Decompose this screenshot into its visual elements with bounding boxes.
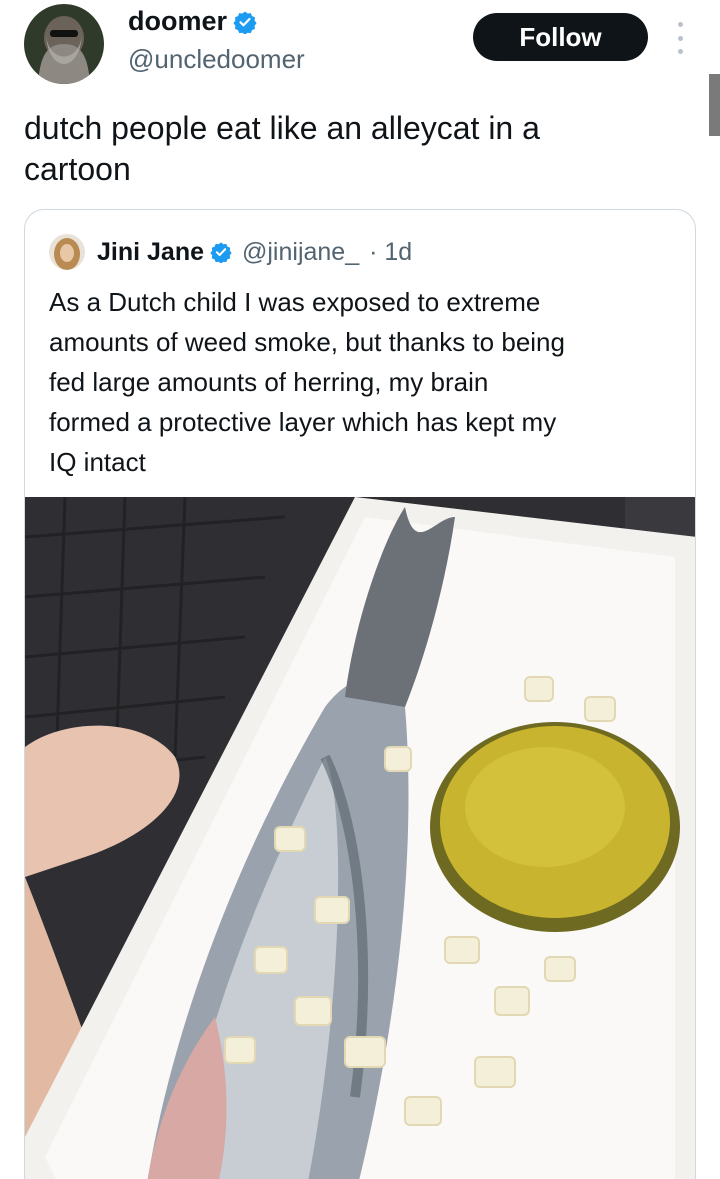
quoted-tweet-header: Jini Jane @jinijane_ · 1d [49, 234, 412, 270]
verified-badge-icon [233, 11, 257, 34]
quoted-author-name: Jini Jane [97, 237, 204, 266]
avatar-image [24, 4, 104, 84]
author-avatar[interactable] [24, 4, 104, 84]
quoted-tweet[interactable]: Jini Jane @jinijane_ · 1d As a Dutch chi… [24, 209, 696, 1179]
quoted-tweet-time: · 1d [369, 237, 413, 266]
follow-button[interactable]: Follow [473, 13, 648, 61]
quoted-tweet-text: As a Dutch child I was exposed to extrem… [49, 287, 565, 477]
author-handle[interactable]: @uncledoomer [128, 44, 305, 75]
quoted-author-avatar [49, 234, 85, 270]
scrollbar[interactable] [709, 74, 720, 136]
more-options-icon[interactable] [672, 22, 688, 54]
author-name[interactable]: doomer [128, 6, 227, 37]
quoted-avatar-image [49, 234, 85, 270]
author-name-row: doomer [128, 6, 257, 37]
quoted-author-handle: @jinijane_ [242, 237, 360, 266]
verified-badge-icon [210, 242, 232, 263]
tweet-text: dutch people eat like an alleycat in a c… [24, 110, 540, 187]
herring-photo[interactable] [25, 497, 696, 1179]
